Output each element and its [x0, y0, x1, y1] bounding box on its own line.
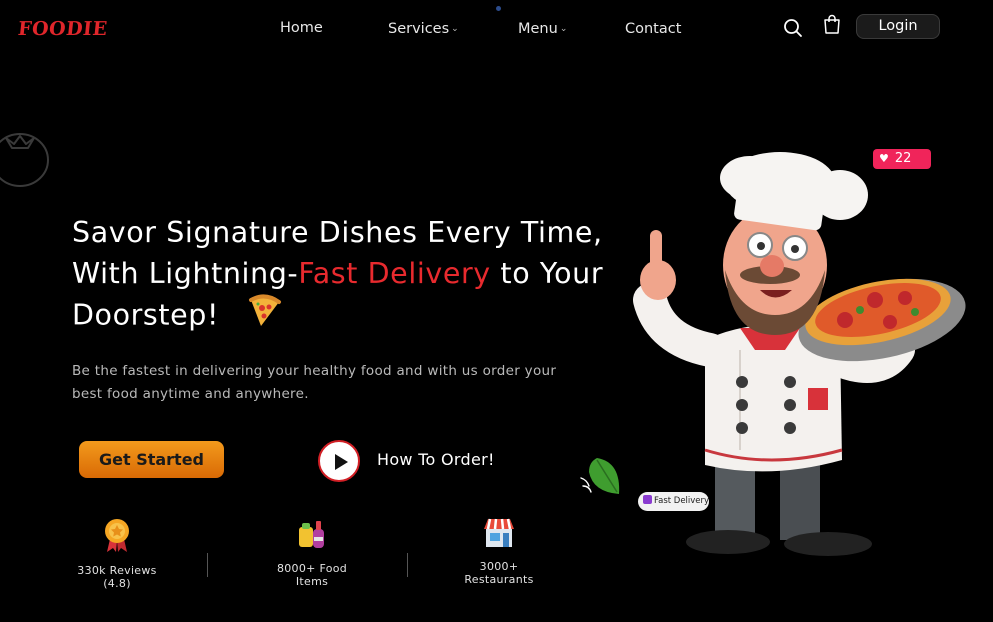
nav-services-label: Services: [388, 21, 450, 37]
play-triangle: [335, 454, 348, 470]
stat-divider: [207, 553, 208, 577]
leaf-icon: [579, 454, 623, 504]
get-started-button[interactable]: Get Started: [79, 441, 224, 478]
chevron-down-icon: ⌄: [559, 24, 568, 34]
chevron-down-icon: ⌄: [451, 24, 459, 34]
tomato-outline-icon: [0, 126, 52, 192]
stat-food-items-line2: Items: [295, 575, 329, 588]
heart-icon: ♥: [879, 152, 889, 165]
nav-home-label: Home: [280, 20, 323, 36]
decorative-dot: [496, 6, 501, 11]
brand-logo[interactable]: FOODIE: [17, 18, 109, 40]
likes-badge[interactable]: ♥ 22: [873, 149, 931, 169]
how-to-order-link[interactable]: How To Order!: [377, 450, 495, 469]
nav-home[interactable]: Home: [280, 20, 323, 36]
nav-contact[interactable]: Contact: [625, 21, 681, 37]
likes-count: 22: [894, 151, 912, 166]
pizza-slice-icon: [247, 294, 283, 339]
nav-menu[interactable]: Menu ⌄: [518, 21, 567, 37]
storefront-icon: [450, 517, 548, 552]
stat-food-items-line1: 8000+ Food: [276, 562, 348, 575]
nav-contact-label: Contact: [625, 21, 682, 37]
hero-title-accent: Fast Delivery: [298, 257, 491, 290]
award-medal-icon: [68, 517, 166, 556]
login-button[interactable]: Login: [856, 14, 940, 39]
play-icon[interactable]: [318, 440, 360, 482]
stat-reviews-line2: (4.8): [103, 577, 131, 590]
nav-menu-label: Menu: [518, 21, 558, 37]
hero-subtitle: Be the fastest in delivering your health…: [72, 363, 557, 402]
stat-reviews: 330k Reviews (4.8): [68, 517, 166, 590]
stat-restaurants-line2: Restaurants: [464, 573, 534, 586]
stat-restaurants: 3000+ Restaurants: [450, 517, 548, 586]
delivery-icon: [643, 495, 652, 504]
fast-delivery-badge: Fast Delivery: [638, 492, 709, 511]
stat-food-items: 8000+ Food Items: [263, 519, 361, 588]
stat-reviews-line1: 330k Reviews: [77, 564, 157, 577]
stat-restaurants-line1: 3000+: [479, 560, 519, 573]
shopping-bag-icon[interactable]: [823, 14, 841, 38]
hero-title: Savor Signature Dishes Every Time, With …: [72, 212, 612, 339]
fast-delivery-label: Fast Delivery: [654, 496, 710, 506]
search-icon[interactable]: [783, 18, 803, 42]
food-drinks-icon: [263, 519, 361, 554]
nav-services[interactable]: Services ⌄: [388, 21, 459, 37]
stat-divider: [407, 553, 408, 577]
